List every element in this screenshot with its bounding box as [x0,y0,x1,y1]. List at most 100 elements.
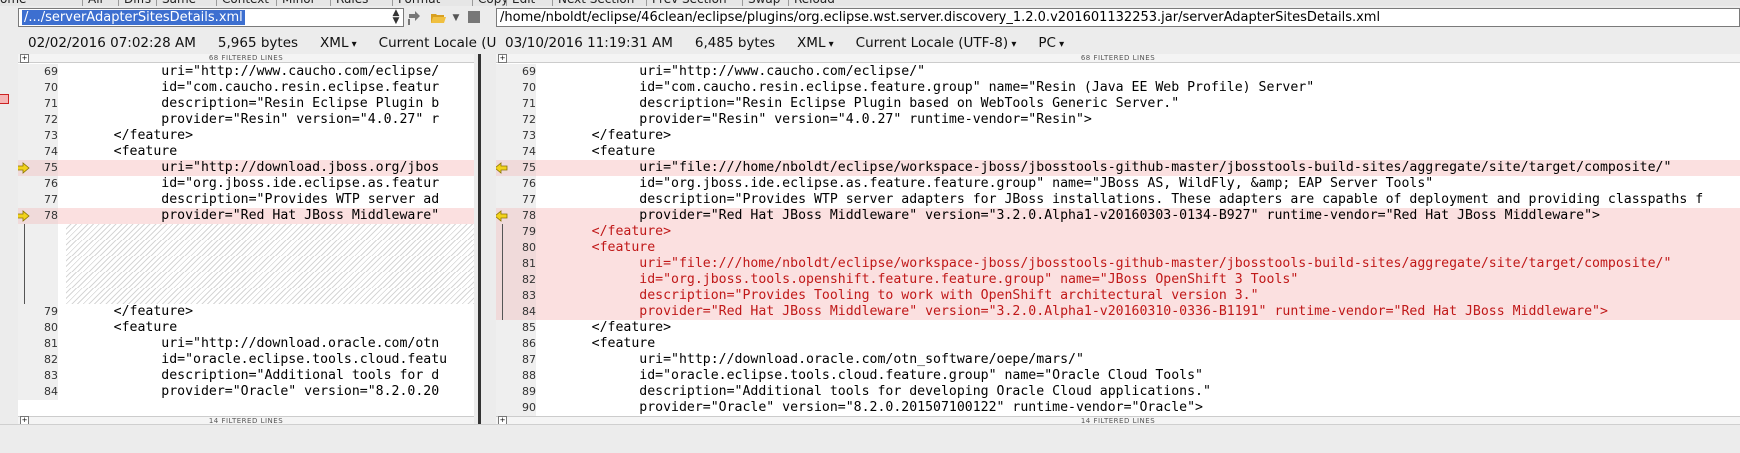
toolbar: /.../serverAdapterSitesDetails.xml ▲ ▼ ▼ … [0,6,1740,32]
filtered-lines-top-left[interactable]: 68 FILTERED LINES [18,54,474,63]
hatch-fill [66,256,474,272]
line-number: 80 [18,320,58,336]
dropdown-arrow-icon[interactable]: ▼ [448,10,464,26]
left-encoding[interactable]: Current Locale (U [379,35,497,51]
hatch-fill [66,224,474,240]
yellow-arrow-icon[interactable] [496,210,508,222]
code-line[interactable]: 86 <feature [496,336,1740,352]
code-line[interactable]: 85 </feature> [496,320,1740,336]
code-line[interactable]: 76 id="org.jboss.ide.eclipse.as.feature.… [496,176,1740,192]
line-number: 83 [18,368,58,384]
code-line[interactable]: 84 provider="Oracle" version="8.2.0.20 [18,384,474,400]
right-path-text: /home/nboldt/eclipse/46clean/eclipse/plu… [500,10,1381,25]
code-line[interactable]: 80 <feature [496,240,1740,256]
line-text: provider="Red Hat JBoss Middleware" vers… [544,304,1608,319]
hatch-fill [66,240,474,256]
left-format-dropdown[interactable]: XML [320,35,357,51]
plus-box-icon[interactable]: + [498,416,507,424]
right-line-ending-dropdown[interactable]: PC [1038,35,1064,51]
left-path-combobox[interactable]: /.../serverAdapterSitesDetails.xml [18,8,404,27]
line-text: provider="Red Hat JBoss Middleware" vers… [544,208,1600,223]
code-line[interactable]: 69 uri="http://www.caucho.com/eclipse/ [18,64,474,80]
line-text: uri="http://download.oracle.com/otn [66,336,440,351]
yellow-arrow-icon[interactable] [18,210,30,222]
right-path-field[interactable]: /home/nboldt/eclipse/46clean/eclipse/plu… [496,8,1740,27]
code-line[interactable]: 77 description="Provides WTP server adap… [496,192,1740,208]
code-line[interactable]: 89 description="Additional tools for dev… [496,384,1740,400]
plus-box-icon[interactable]: + [498,54,507,63]
code-line[interactable]: 80 <feature [18,320,474,336]
left-status-bar: 02/02/2016 07:02:28 AM 5,965 bytes XML Curr… [28,32,518,54]
code-line[interactable]: 75 uri="http://download.jboss.org/jbos [18,160,474,176]
code-line[interactable]: 84 provider="Red Hat JBoss Middleware" v… [496,304,1740,320]
code-line[interactable]: 78 provider="Red Hat JBoss Middleware" [18,208,474,224]
code-line[interactable]: 82 id="oracle.eclipse.tools.cloud.featu [18,352,474,368]
code-line[interactable]: 78 provider="Red Hat JBoss Middleware" v… [496,208,1740,224]
code-line[interactable]: 75 uri="file:///home/nboldt/eclipse/work… [496,160,1740,176]
bottom-status-area [0,424,1740,453]
right-file-pane[interactable]: 68 FILTERED LINES + 14 FILTERED LINES + … [496,54,1740,424]
line-number: 69 [18,64,58,80]
line-number: 72 [18,112,58,128]
code-line[interactable]: 74 <feature [496,144,1740,160]
line-text: </feature> [544,224,672,239]
plus-box-icon[interactable]: + [20,54,29,63]
code-line[interactable]: 88 id="oracle.eclipse.tools.cloud.featur… [496,368,1740,384]
line-number: 73 [18,128,58,144]
code-line[interactable]: 73 </feature> [496,128,1740,144]
yellow-arrow-icon[interactable] [18,162,30,174]
stop-icon[interactable] [466,10,482,26]
code-line[interactable]: 81 uri="file:///home/nboldt/eclipse/work… [496,256,1740,272]
line-text: <feature [544,336,656,351]
line-text: uri="http://download.oracle.com/otn_soft… [544,352,1084,367]
code-line[interactable]: 83 description="Provides Tooling to work… [496,288,1740,304]
code-line[interactable]: 71 description="Resin Eclipse Plugin b [18,96,474,112]
filtered-lines-bottom-left[interactable]: 14 FILTERED LINES [18,416,474,424]
line-text: description="Provides WTP server adapter… [544,192,1704,207]
filtered-lines-top-right[interactable]: 68 FILTERED LINES [496,54,1740,63]
plus-box-icon[interactable]: + [20,416,29,424]
left-file-pane[interactable]: 68 FILTERED LINES + 14 FILTERED LINES + … [18,54,474,424]
folder-open-icon[interactable] [430,10,446,26]
line-text: </feature> [544,128,672,143]
line-text: <feature [544,240,656,255]
code-line[interactable]: 79 </feature> [496,224,1740,240]
filtered-lines-bottom-right[interactable]: 14 FILTERED LINES [496,416,1740,424]
line-number: 71 [496,96,536,112]
path-spinner-icon[interactable]: ▲ ▼ [390,9,402,26]
code-line[interactable]: 73 </feature> [18,128,474,144]
line-text: </feature> [544,320,672,335]
code-line[interactable]: 72 provider="Resin" version="4.0.27" run… [496,112,1740,128]
code-line[interactable]: 76 id="org.jboss.ide.eclipse.as.featur [18,176,474,192]
right-format-dropdown[interactable]: XML [797,35,834,51]
code-line[interactable]: 87 uri="http://download.oracle.com/otn_s… [496,352,1740,368]
swap-arrow-icon[interactable] [406,10,422,26]
code-line[interactable]: 70 id="com.caucho.resin.eclipse.feature.… [496,80,1740,96]
code-line[interactable]: 77 description="Provides WTP server ad [18,192,474,208]
left-overview-strip[interactable] [0,54,18,424]
line-text: uri="http://www.caucho.com/eclipse/ [66,64,440,79]
code-line[interactable]: 90 provider="Oracle" version="8.2.0.2015… [496,400,1740,416]
left-path-text: /.../serverAdapterSitesDetails.xml [22,10,245,25]
line-number: 76 [496,176,536,192]
code-line[interactable]: 82 id="org.jboss.tools.openshift.feature… [496,272,1740,288]
code-line[interactable]: 69 uri="http://www.caucho.com/eclipse/" [496,64,1740,80]
code-line[interactable]: 74 <feature [18,144,474,160]
right-encoding-dropdown[interactable]: Current Locale (UTF-8) [856,35,1017,51]
line-number: 84 [18,384,58,400]
code-line[interactable]: 70 id="com.caucho.resin.eclipse.featur [18,80,474,96]
line-text: description="Additional tools for d [66,368,440,383]
code-line[interactable]: 72 provider="Resin" version="4.0.27" r [18,112,474,128]
line-number: 73 [496,128,536,144]
diff-overview-marker[interactable] [0,94,9,104]
pane-divider[interactable] [474,54,496,452]
line-number: 87 [496,352,536,368]
line-number: 85 [496,320,536,336]
line-number: 90 [496,400,536,416]
line-number: 70 [496,80,536,96]
code-line[interactable]: 81 uri="http://download.oracle.com/otn [18,336,474,352]
code-line[interactable]: 83 description="Additional tools for d [18,368,474,384]
code-line[interactable]: 71 description="Resin Eclipse Plugin bas… [496,96,1740,112]
code-line[interactable]: 79 </feature> [18,304,474,320]
yellow-arrow-icon[interactable] [496,162,508,174]
